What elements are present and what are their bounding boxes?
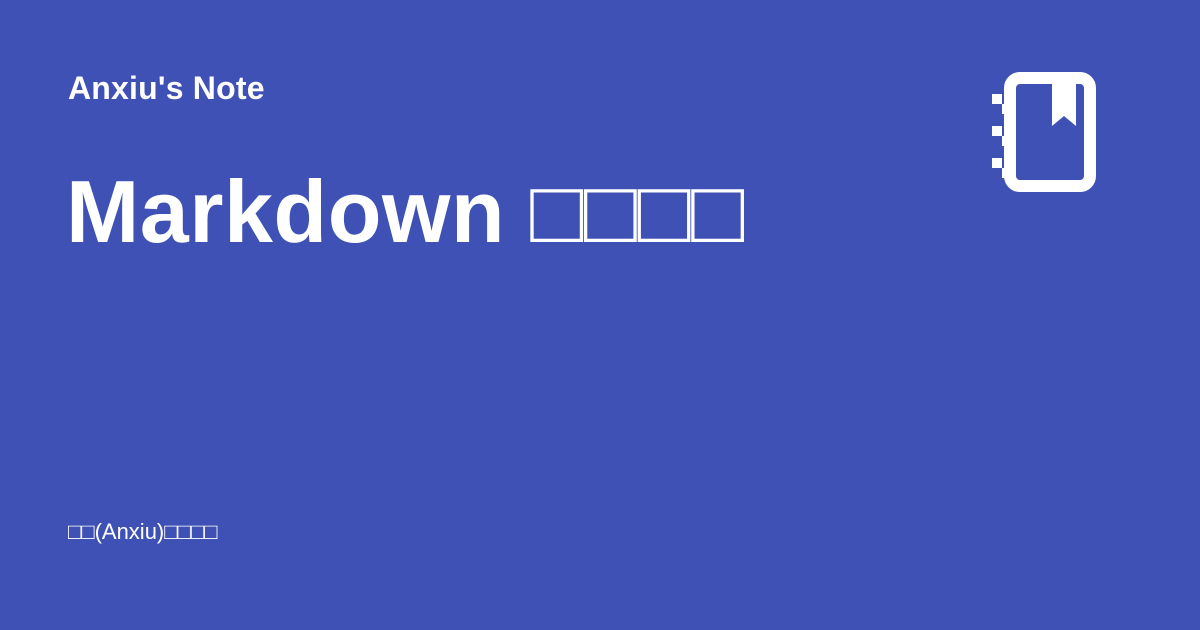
notebook-bookmark-icon xyxy=(988,70,1100,194)
page-title: Markdown □□□□ xyxy=(66,162,745,261)
site-name: Anxiu's Note xyxy=(68,70,265,106)
author-line: □□(Anxiu)□□□□ xyxy=(68,519,218,544)
social-card: Anxiu's Note Markdown □□□□ □□(Anxiu)□□□□ xyxy=(0,0,1200,630)
